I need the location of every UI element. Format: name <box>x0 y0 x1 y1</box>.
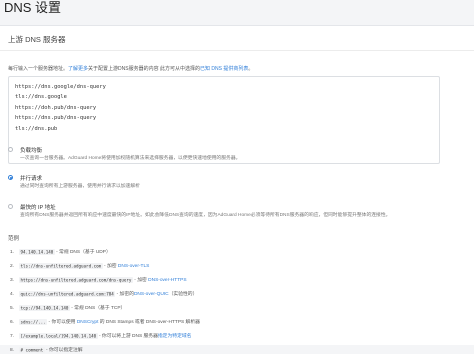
radio-parallel-requests[interactable] <box>8 175 13 180</box>
example-code: # comment <box>19 346 45 353</box>
example-item: 1. 94.140.14.140 - 常规 DNS（基于 UDP） <box>10 248 111 256</box>
dnscrypt-link[interactable]: DNSCrypt <box>77 320 99 325</box>
example-text: - 加密的 <box>115 292 134 297</box>
example-text: - 加密 <box>132 278 149 283</box>
example-number: 7. <box>10 334 15 339</box>
example-text: - 加密 <box>102 264 118 269</box>
example-item: 6. sdns://... - 你可以使用 DNSCrypt 的 DNS Stam… <box>10 318 200 326</box>
example-number: 3. <box>10 278 15 283</box>
dot-link[interactable]: DNS-over-TLS <box>118 264 149 269</box>
option-description: 一次查询一台服务器。AdGuard Home将使用加权随机算法来选择服务器，以便… <box>20 156 241 161</box>
learn-more-link[interactable]: 了解更多 <box>68 66 88 72</box>
example-code: quic://dns-unfiltered.adguard.com:784 <box>19 290 116 297</box>
example-rest: 的 DNS Stamps 或者 DNS-over-HTTPS 解析器 <box>98 320 200 325</box>
example-number: 5. <box>10 306 15 311</box>
card-header: 上游 DNS 服务器 <box>8 35 66 44</box>
example-code: tcp://94.140.14.140 <box>19 304 70 311</box>
example-number: 2. <box>10 264 15 269</box>
domain-specific-link[interactable]: 指定为特定域名 <box>158 334 192 339</box>
example-number: 8. <box>10 348 15 353</box>
example-code: tls://dns-unfiltered.adguard.com <box>19 262 103 269</box>
example-text: - 常规 DNS（基于 TCP） <box>69 306 126 311</box>
example-item: 4. quic://dns-unfiltered.adguard.com:784 … <box>10 290 197 298</box>
option-title: 并行请求 <box>20 176 43 182</box>
examples-title: 范例 <box>8 236 20 242</box>
example-text: - 你可以将上游 DNS 服务器 <box>97 334 158 339</box>
doh-link[interactable]: DNS-over-HTTPS <box>148 278 186 283</box>
upstream-server-line: tls://dns.pub <box>15 125 58 132</box>
example-text: - 你可以指定注解 <box>44 348 83 353</box>
upstream-server-line: https://dns.pub/dns-query <box>15 115 97 122</box>
example-item: 8. # comment - 你可以指定注解 <box>10 346 83 354</box>
example-code: [/example.local/]94.140.14.140 <box>19 332 98 339</box>
header-divider <box>0 50 474 51</box>
upstream-servers-textarea[interactable]: https://dns.google/dns-query tls://dns.g… <box>8 76 440 164</box>
example-number: 4. <box>10 292 15 297</box>
option-title: 负载均衡 <box>20 148 43 154</box>
example-code: sdns://... <box>19 318 48 325</box>
upstream-server-line: tls://dns.google <box>15 94 67 101</box>
example-code: 94.140.14.140 <box>19 248 55 255</box>
example-number: 1. <box>10 250 15 255</box>
upstream-server-line: https://doh.pub/dns-query <box>15 104 97 111</box>
desc-suffix: 。 <box>248 66 254 72</box>
example-item: 3. https://dns-unfiltered.adguard.com/dns… <box>10 276 187 284</box>
example-rest: （实验性的） <box>168 292 198 297</box>
doq-link[interactable]: DNS-over-QUIC <box>134 292 169 297</box>
desc-middle: 关于配置上游DNS服务器的内容 此方可从中选择的 <box>88 66 200 72</box>
example-item: 7. [/example.local/]94.140.14.140 - 你可以将上… <box>10 332 191 340</box>
example-code: https://dns-unfiltered.adguard.com/dns-q… <box>19 276 133 283</box>
desc-prefix: 每行输入一个服务器地址。 <box>8 66 69 72</box>
example-text: - 常规 DNS（基于 UDP） <box>54 250 111 255</box>
upstream-server-line: https://dns.google/dns-query <box>15 84 106 90</box>
page-title: DNS 设置 <box>4 0 62 15</box>
dns-providers-link[interactable]: 已知 DNS 提供商列表 <box>200 66 248 72</box>
radio-load-balancing[interactable] <box>8 147 13 152</box>
example-item: 2. tls://dns-unfiltered.adguard.com - 加密 … <box>10 262 149 270</box>
example-number: 6. <box>10 320 15 325</box>
upstream-dns-card: 上游 DNS 服务器 每行输入一个服务器地址。了解更多关于配置上游DNS服务器的… <box>0 25 474 353</box>
radio-fastest-ip[interactable] <box>8 204 13 209</box>
option-description: 通过同时查询所有上游服务器，使用并行请求以加速解析 <box>20 184 140 189</box>
option-description: 查询所有DNS服务器并返回所有响应中速度最快的IP地址。如此会降低DNS查询的速… <box>20 213 391 218</box>
example-text: - 你可以使用 <box>47 320 77 325</box>
upstream-description: 每行输入一个服务器地址。了解更多关于配置上游DNS服务器的内容 此方可从中选择的… <box>8 65 253 72</box>
example-item: 5. tcp://94.140.14.140 - 常规 DNS（基于 TCP） <box>10 304 125 312</box>
option-title: 最快的 IP 地址 <box>20 205 56 211</box>
